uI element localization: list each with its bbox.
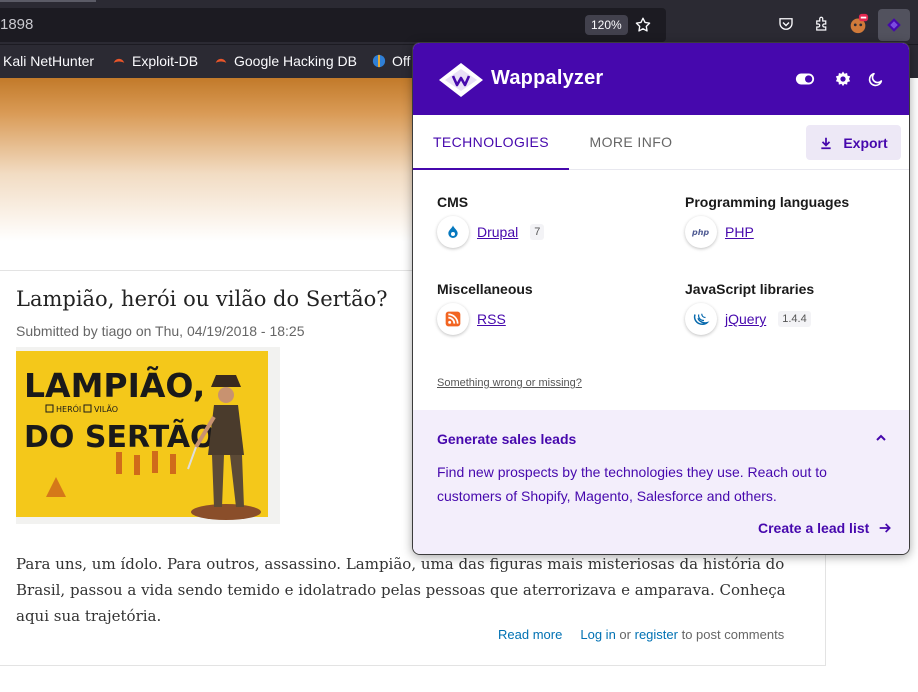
bookmark-star-icon[interactable] xyxy=(631,13,655,37)
bookmark-kali-nethunter[interactable]: Kali NetHunter xyxy=(3,53,94,69)
category-name: Programming languages xyxy=(685,194,850,210)
article-title[interactable]: Lampião, herói ou vilão do Sertão? xyxy=(16,287,388,311)
wappalyzer-header: Wappalyzer xyxy=(413,43,909,115)
php-icon: php xyxy=(685,216,717,248)
article-body: Para uns, um ídolo. Para outros, assassi… xyxy=(16,555,786,625)
image-vilao-label: VILÃO xyxy=(94,404,118,414)
wappalyzer-logo-icon xyxy=(439,63,483,97)
post-comments-text: to post comments xyxy=(681,627,785,642)
leads-description: Find new prospects by the technologies t… xyxy=(437,464,827,504)
tech-version: 1.4.4 xyxy=(778,311,811,327)
bookmark-label: Exploit-DB xyxy=(132,53,199,69)
article-image[interactable]: LAMPIÃO, HERÓI VILÃO DO SERTÃO xyxy=(16,347,280,524)
wappalyzer-title: Wappalyzer xyxy=(491,67,604,89)
chevron-up-icon[interactable] xyxy=(873,430,889,446)
image-heroi-label: HERÓI xyxy=(56,403,81,414)
tech-name[interactable]: Drupal xyxy=(477,224,518,240)
ghdb-icon xyxy=(215,58,227,63)
pocket-icon[interactable] xyxy=(774,12,798,36)
offsec-icon xyxy=(372,54,386,68)
extension-avatar-icon[interactable] xyxy=(846,12,870,36)
tech-item-drupal[interactable]: Drupal 7 xyxy=(437,216,545,248)
bookmark-label: Off xyxy=(392,53,411,69)
image-title-line2: DO SERTÃO xyxy=(24,418,216,455)
jquery-icon xyxy=(685,303,717,335)
tab-strip-edge xyxy=(0,0,96,2)
read-more-link[interactable]: Read more xyxy=(498,627,562,642)
rss-icon xyxy=(437,303,469,335)
export-button[interactable]: Export xyxy=(806,125,901,160)
login-link[interactable]: Log in xyxy=(580,627,615,642)
category-name: JavaScript libraries xyxy=(685,281,815,297)
category-name: Miscellaneous xyxy=(437,281,533,297)
exploit-db-icon xyxy=(113,58,125,63)
article-footer-links: Read more Log in or register to post com… xyxy=(498,627,784,642)
wappalyzer-extension-button[interactable] xyxy=(878,9,910,41)
or-text: or xyxy=(619,627,631,642)
leads-title[interactable]: Generate sales leads xyxy=(437,431,576,447)
tech-name[interactable]: RSS xyxy=(477,311,506,327)
bookmark-label: Kali NetHunter xyxy=(3,53,95,69)
settings-gear-icon[interactable] xyxy=(833,69,853,89)
something-wrong-link[interactable]: Something wrong or missing? xyxy=(437,377,582,389)
article-submitted-info: Submitted by tiago on Thu, 04/19/2018 - … xyxy=(16,323,305,339)
category-cms: CMS Drupal 7 xyxy=(437,194,545,248)
bookmark-offsec[interactable]: Off xyxy=(372,53,410,69)
category-javascript-libraries: JavaScript libraries jQuery 1.4.4 xyxy=(685,281,815,335)
arrow-right-icon xyxy=(879,523,892,533)
register-link[interactable]: register xyxy=(635,627,678,642)
zoom-indicator[interactable]: 120% xyxy=(585,15,628,35)
wappalyzer-popup: Wappalyzer TECHNOLOGIES MORE INFO Export… xyxy=(412,42,910,555)
image-title-line1: LAMPIÃO, xyxy=(24,365,205,405)
svg-text:php: php xyxy=(691,228,709,237)
address-bar[interactable]: 1898 120% xyxy=(0,8,666,42)
tab-technologies[interactable]: TECHNOLOGIES xyxy=(413,115,569,170)
create-lead-list-label: Create a lead list xyxy=(758,520,870,536)
toggle-icon[interactable] xyxy=(795,69,815,89)
tech-item-jquery[interactable]: jQuery 1.4.4 xyxy=(685,303,811,335)
bookmark-exploit-db[interactable]: Exploit-DB xyxy=(112,53,198,69)
create-lead-list-link[interactable]: Create a lead list xyxy=(758,520,893,536)
tech-item-rss[interactable]: RSS xyxy=(437,303,506,335)
category-miscellaneous: Miscellaneous RSS xyxy=(437,281,533,335)
tab-more-info[interactable]: MORE INFO xyxy=(569,115,693,170)
bookmark-google-hacking-db[interactable]: Google Hacking DB xyxy=(214,53,357,69)
tech-name[interactable]: PHP xyxy=(725,224,754,240)
drupal-icon xyxy=(437,216,469,248)
wappalyzer-tabs: TECHNOLOGIES MORE INFO Export xyxy=(413,115,909,170)
tech-version: 7 xyxy=(530,224,545,240)
export-label: Export xyxy=(843,134,888,151)
category-name: CMS xyxy=(437,194,469,210)
tech-name[interactable]: jQuery xyxy=(725,311,766,327)
bookmark-label: Google Hacking DB xyxy=(234,53,357,69)
dark-mode-moon-icon[interactable] xyxy=(866,69,886,89)
browser-toolbar: 1898 120% xyxy=(0,0,918,44)
tech-item-php[interactable]: php PHP xyxy=(685,216,754,248)
extensions-puzzle-icon[interactable] xyxy=(810,12,834,36)
sales-leads-panel: Generate sales leads Find new prospects … xyxy=(413,410,909,554)
download-icon xyxy=(821,137,831,149)
category-programming-languages: Programming languages php PHP xyxy=(685,194,850,248)
url-text[interactable]: 1898 xyxy=(0,16,33,33)
